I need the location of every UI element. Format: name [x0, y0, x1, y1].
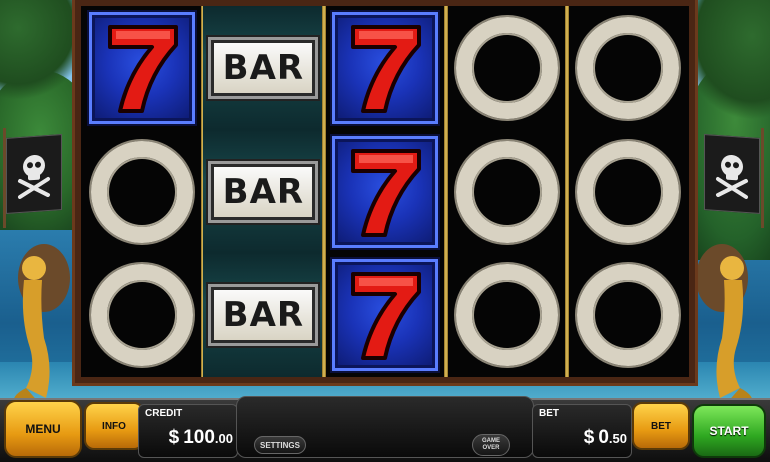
skull-crossbones-icon	[716, 154, 748, 199]
reel-cell	[324, 6, 446, 130]
reel-cell	[567, 253, 689, 377]
reel-grid: BAR BAR BAR	[81, 6, 689, 378]
reel-cell	[446, 6, 568, 130]
reel-cell	[324, 253, 446, 377]
red-seven-icon	[350, 148, 421, 237]
reel-cell	[567, 130, 689, 254]
reel-cell: BAR	[202, 6, 325, 130]
red-seven-icon	[350, 24, 421, 113]
ring-symbol	[90, 264, 193, 367]
bar-symbol: BAR	[211, 287, 316, 344]
bar-symbol: BAR	[211, 39, 316, 96]
reel-cell: BAR	[202, 253, 325, 378]
credit-currency: $	[168, 427, 180, 448]
flag-pole-right	[761, 128, 764, 228]
ring-symbol	[455, 16, 558, 119]
ring-symbol	[455, 140, 558, 243]
credit-value: $100.00	[169, 427, 233, 449]
seven-symbol	[331, 11, 438, 124]
reel-cell	[81, 6, 203, 130]
game-over-button[interactable]: GAME OVER	[472, 434, 510, 456]
bet-currency: $	[583, 427, 595, 448]
bet-amount-cents: .50	[608, 431, 627, 446]
red-seven-icon	[107, 24, 178, 113]
info-button[interactable]: INFO	[84, 402, 144, 450]
bet-amount-whole: 0	[598, 427, 609, 448]
ring-symbol	[455, 264, 558, 367]
reel-cell: BAR	[202, 129, 325, 254]
settings-button[interactable]: SETTINGS	[254, 436, 306, 454]
menu-button[interactable]: MENU	[4, 400, 82, 458]
skull-crossbones-icon	[18, 154, 50, 199]
reel-5	[565, 6, 689, 377]
credit-amount-whole: 100	[183, 427, 215, 448]
red-seven-icon	[350, 272, 421, 361]
bar-symbol: BAR	[211, 163, 316, 220]
pirate-flag-right	[704, 134, 760, 214]
seven-symbol	[331, 135, 438, 248]
reel-cell	[324, 130, 446, 254]
ring-symbol	[577, 16, 680, 119]
reel-3	[322, 6, 446, 377]
credit-display: CREDIT $100.00	[138, 404, 238, 458]
bar-label: BAR	[222, 47, 305, 88]
ring-symbol	[577, 140, 680, 243]
start-button[interactable]: START	[692, 404, 766, 458]
credit-amount-cents: .00	[214, 431, 233, 446]
golden-mermaid-statue-left	[13, 244, 70, 406]
reel-2: BAR BAR BAR	[200, 6, 325, 378]
reel-frame: BAR BAR BAR	[72, 0, 698, 386]
pirate-flag-left	[6, 134, 62, 214]
seven-symbol	[331, 259, 438, 372]
reel-cell	[446, 253, 568, 377]
reel-cell	[567, 6, 689, 130]
reel-4	[443, 6, 568, 377]
seven-symbol	[88, 11, 195, 124]
ring-symbol	[90, 140, 193, 243]
bet-value: $0.50	[584, 427, 627, 449]
bet-button[interactable]: BET	[632, 402, 690, 450]
bar-label: BAR	[222, 171, 305, 212]
reel-cell	[81, 253, 203, 377]
reel-cell	[446, 130, 568, 254]
credit-label: CREDIT	[145, 408, 183, 419]
bet-display: BET $0.50	[532, 404, 632, 458]
bet-label: BET	[539, 408, 559, 419]
golden-mermaid-statue-right	[696, 244, 753, 406]
game-over-line1: GAME	[482, 438, 500, 444]
reel-1	[81, 6, 203, 377]
bar-label: BAR	[222, 295, 305, 336]
game-over-line2: OVER	[482, 445, 500, 451]
ring-symbol	[577, 264, 680, 367]
reel-cell	[81, 130, 203, 254]
